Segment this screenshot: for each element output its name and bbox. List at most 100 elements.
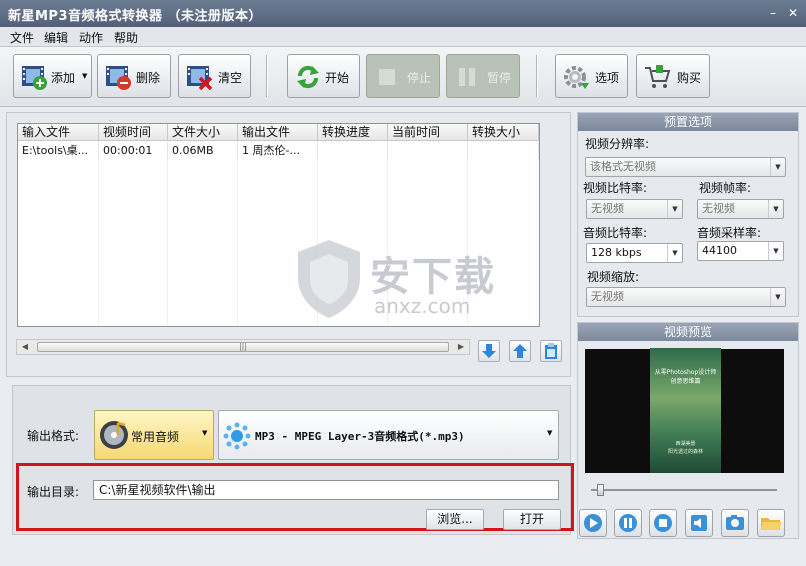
play-icon <box>584 514 602 532</box>
video-fps-dropdown[interactable]: 无视频 ▼ <box>697 199 784 219</box>
snapshot-button[interactable] <box>721 509 749 537</box>
preview-frame-text: 从零Photoshop设计师 创意思维篇 <box>654 369 717 385</box>
audio-bitrate-dropdown[interactable]: 128 kbps ▼ <box>586 243 683 263</box>
table-cell <box>388 142 468 159</box>
stop-button[interactable]: 停止 <box>366 54 440 98</box>
table-cell <box>318 142 388 159</box>
film-add-icon <box>22 66 47 90</box>
move-down-button[interactable] <box>478 340 500 362</box>
film-delete-icon <box>106 66 131 90</box>
preset-header: 预置选项 <box>578 113 798 131</box>
video-bitrate-label: 视频比特率: <box>583 181 648 195</box>
video-fps-value: 无视频 <box>702 202 735 215</box>
pause-button[interactable]: 暂停 <box>446 54 520 98</box>
audio-bitrate-label: 音频比特率: <box>583 226 648 240</box>
app-window: 新星MP3音频格式转换器 （未注册版本） – ✕ 文件 编辑 动作 帮助 添加 … <box>0 0 806 566</box>
column-header[interactable]: 当前时间 <box>388 124 468 141</box>
column-header[interactable]: 文件大小 <box>168 124 238 141</box>
toolbar-separator <box>266 55 268 97</box>
scroll-thumb[interactable]: ||| <box>37 342 449 352</box>
window-title: 新星MP3音频格式转换器 （未注册版本） <box>8 9 263 24</box>
chevron-down-icon: ▼ <box>667 244 682 262</box>
video-scale-label: 视频缩放: <box>587 270 640 284</box>
menu-help[interactable]: 帮助 <box>114 29 138 46</box>
clear-button[interactable]: 清空 <box>178 54 251 98</box>
column-header[interactable]: 转换进度 <box>318 124 388 141</box>
menu-edit[interactable]: 编辑 <box>44 29 68 46</box>
format-dropdown[interactable]: MP3 - MPEG Layer-3音频格式(*.mp3) ▼ <box>218 410 559 460</box>
delete-label: 删除 <box>136 71 161 85</box>
gear-icon <box>564 66 589 89</box>
table-cell: E:\tools\桌... <box>18 142 99 159</box>
close-button[interactable]: ✕ <box>786 6 800 20</box>
delete-button[interactable]: 删除 <box>97 54 171 98</box>
scroll-right-icon[interactable]: ▶ <box>454 341 468 353</box>
play-button[interactable] <box>579 509 607 537</box>
shopping-cart-icon <box>645 65 671 88</box>
video-resolution-dropdown[interactable]: 该格式无视频 ▼ <box>585 157 786 177</box>
horizontal-scrollbar[interactable]: ◀ ||| ▶ <box>16 339 470 355</box>
film-clear-icon <box>187 66 213 91</box>
column-header[interactable]: 输出文件 <box>238 124 318 141</box>
open-folder-button[interactable] <box>757 509 785 537</box>
output-dir-label: 输出目录: <box>27 485 80 499</box>
toolbar-separator <box>536 55 538 97</box>
scroll-left-icon[interactable]: ◀ <box>18 341 32 353</box>
chevron-down-icon: ▼ <box>202 429 208 437</box>
column-header[interactable]: 输入文件 <box>18 124 99 141</box>
format-category-value: 常用音频 <box>131 430 180 444</box>
audio-samplerate-dropdown[interactable]: 44100 ▼ <box>697 241 784 261</box>
table-cell: 1 周杰伦-... <box>238 142 318 159</box>
move-up-button[interactable] <box>509 340 531 362</box>
table-cell: 00:00:01 <box>99 142 168 159</box>
preview-frame-caption: 西湖美景 阳光透过的森林 <box>667 441 703 455</box>
video-resolution-value: 该格式无视频 <box>590 160 656 173</box>
menu-file[interactable]: 文件 <box>10 29 34 46</box>
format-category-dropdown[interactable]: 常用音频 ▼ <box>94 410 214 460</box>
pause-preview-button[interactable] <box>614 509 642 537</box>
video-resolution-label: 视频分辨率: <box>585 137 650 151</box>
chevron-down-icon: ▼ <box>768 242 783 260</box>
cd-music-icon <box>100 421 128 449</box>
chevron-down-icon: ▼ <box>770 288 785 306</box>
volume-button[interactable] <box>685 509 713 537</box>
output-dir-input[interactable]: C:\新星视频软件\输出 <box>93 480 559 500</box>
arrow-up-icon <box>513 344 527 358</box>
clear-label: 清空 <box>218 71 243 85</box>
menu-bar: 文件 编辑 动作 帮助 <box>0 27 806 47</box>
file-table: 输入文件 视频时间 文件大小 输出文件 转换进度 当前时间 转换大小 E:\to… <box>17 123 540 327</box>
video-scale-dropdown[interactable]: 无视频 ▼ <box>586 287 786 307</box>
camera-icon <box>726 515 744 530</box>
audio-bitrate-value: 128 kbps <box>591 246 642 259</box>
options-button[interactable]: 选项 <box>555 54 628 98</box>
stop-preview-button[interactable] <box>649 509 677 537</box>
open-button[interactable]: 打开 <box>503 509 561 530</box>
column-header[interactable]: 视频时间 <box>99 124 168 141</box>
slider-thumb[interactable] <box>597 484 604 496</box>
chevron-down-icon: ▼ <box>547 429 553 437</box>
grip-icon: ||| <box>238 342 248 351</box>
buy-button[interactable]: 购买 <box>636 54 710 98</box>
stop-label: 停止 <box>407 71 432 85</box>
menu-action[interactable]: 动作 <box>79 29 103 46</box>
table-cell: 0.06MB <box>168 142 238 159</box>
video-bitrate-dropdown[interactable]: 无视频 ▼ <box>586 199 683 219</box>
pause-icon <box>459 68 475 86</box>
preview-position-slider[interactable] <box>591 483 777 497</box>
column-header[interactable]: 转换大小 <box>468 124 539 141</box>
video-bitrate-value: 无视频 <box>591 202 624 215</box>
video-preview-screen: 从零Photoshop设计师 创意思维篇 西湖美景 阳光透过的森林 <box>585 348 784 473</box>
preview-frame-image: 从零Photoshop设计师 创意思维篇 西湖美景 阳光透过的森林 <box>650 348 721 473</box>
add-button[interactable]: 添加 ▼ <box>13 54 92 98</box>
speaker-icon <box>691 515 707 531</box>
stop-icon <box>379 69 395 85</box>
arrow-down-icon <box>482 344 496 358</box>
paste-button[interactable] <box>540 340 562 362</box>
start-button[interactable]: 开始 <box>287 54 360 98</box>
chevron-down-icon: ▼ <box>82 72 88 80</box>
browse-button[interactable]: 浏览... <box>426 509 484 530</box>
output-format-label: 输出格式: <box>27 429 80 443</box>
buy-label: 购买 <box>677 71 702 85</box>
minimize-button[interactable]: – <box>766 6 780 20</box>
title-bar: 新星MP3音频格式转换器 （未注册版本） – ✕ <box>0 0 806 27</box>
